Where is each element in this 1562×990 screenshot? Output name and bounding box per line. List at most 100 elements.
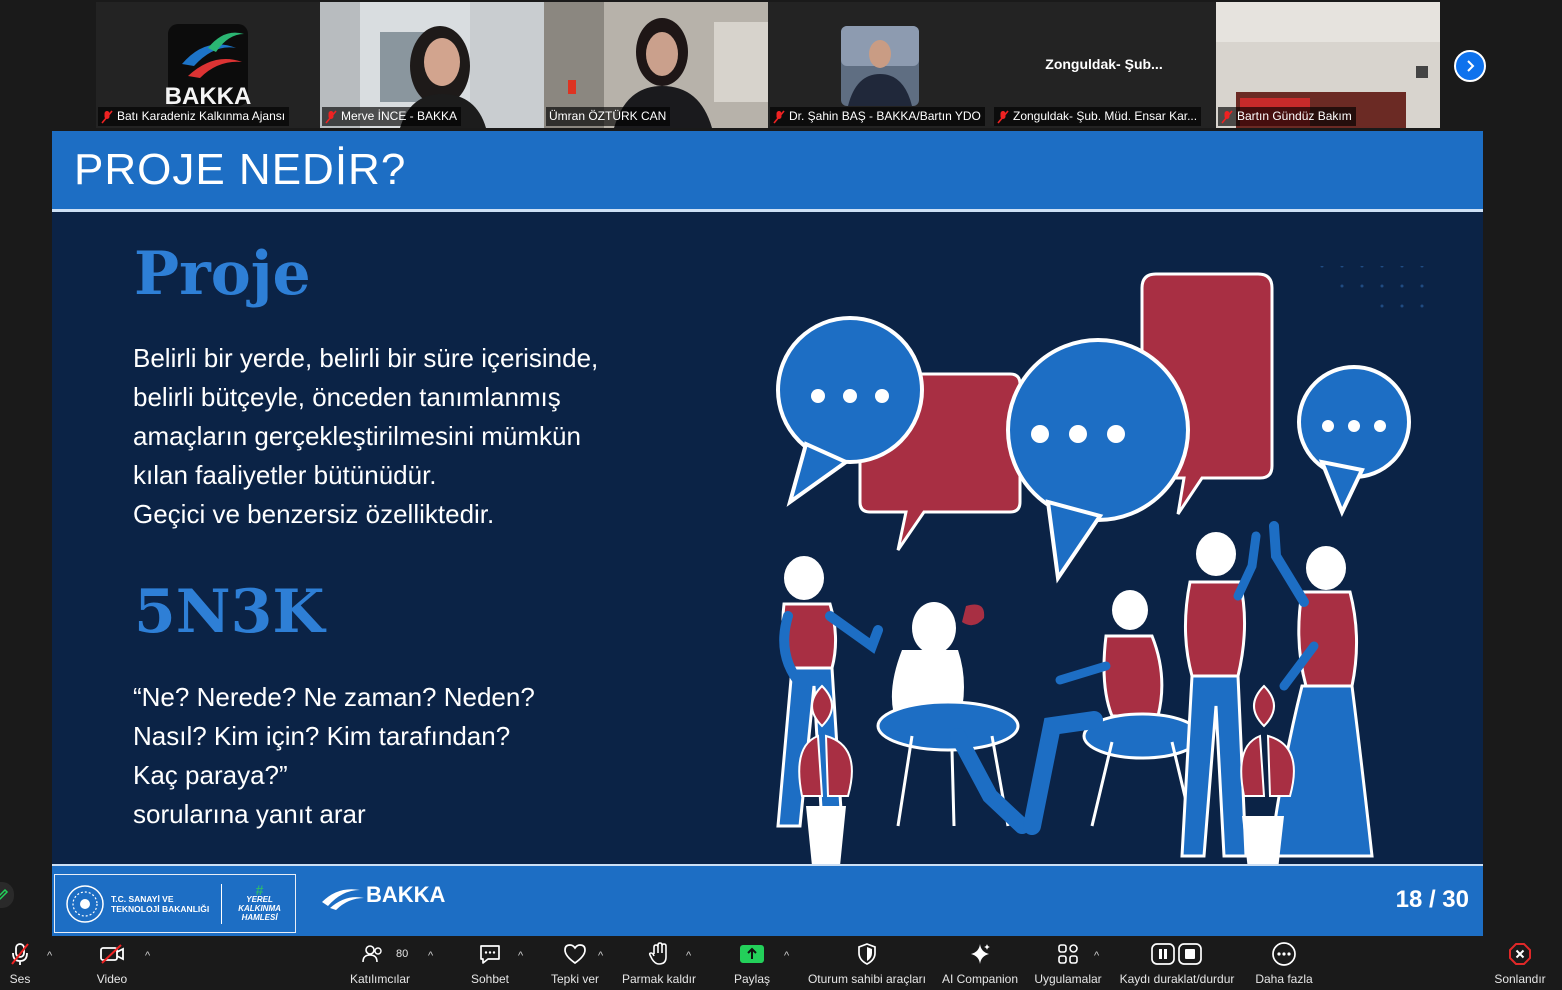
text-line: sorularına yanıt arar: [133, 799, 366, 829]
slide-header: PROJE NEDİR?: [52, 131, 1483, 209]
ministry-name: T.C. SANAYİ VE TEKNOLOJİ BAKANLIĞI: [111, 894, 209, 914]
zoom-meeting-window: BAKKA Batı Karadeniz Kalkınma Ajansı Mer…: [0, 0, 1562, 990]
text-line: belirli bütçeyle, önceden tanımlanmış: [133, 382, 561, 412]
share-label: Paylaş: [733, 972, 771, 986]
video-button[interactable]: Video: [92, 936, 132, 990]
mic-muted-icon: [773, 109, 785, 124]
text-line: amaçların gerçekleştirilmesini mümkün: [133, 421, 581, 451]
share-screen-icon: [740, 945, 764, 963]
participant-tile-umran[interactable]: Ümran ÖZTÜRK CAN: [544, 2, 768, 128]
participants-icon: [362, 945, 382, 963]
host-tools-label: Oturum sahibi araçları: [807, 972, 927, 986]
mic-muted-icon: [11, 943, 29, 965]
text-line: Kaç paraya?”: [133, 760, 288, 790]
raise-hand-button[interactable]: Parmak kaldır: [622, 936, 696, 990]
participant-tile-zonguldak[interactable]: Zonguldak- Şub... Zonguldak- Şub. Müd. E…: [992, 2, 1216, 128]
text-line: kılan faaliyetler bütünüdür.: [133, 460, 437, 490]
react-label: Tepki ver: [550, 972, 600, 986]
slide-footer: T.C. SANAYİ VE TEKNOLOJİ BAKANLIĞI # YER…: [52, 866, 1483, 936]
ministry-logo-box: T.C. SANAYİ VE TEKNOLOJİ BAKANLIĞI # YER…: [54, 874, 296, 933]
ministry-line: TEKNOLOJİ BAKANLIĞI: [111, 903, 210, 914]
more-button[interactable]: Daha fazla: [1254, 936, 1314, 990]
ai-companion-button[interactable]: AI Companion: [940, 936, 1020, 990]
chat-button[interactable]: Sohbet: [468, 936, 512, 990]
end-meeting-button[interactable]: Sonlandır: [1492, 936, 1548, 990]
participant-label: Zonguldak- Şub. Müd. Ensar Kar...: [994, 107, 1202, 126]
hashtag-icon: #: [255, 881, 264, 898]
sparkle-icon: [971, 944, 990, 964]
audio-options-caret[interactable]: ^: [47, 950, 52, 962]
shared-slide: PROJE NEDİR? Proje Belirli bir yerde, be…: [52, 131, 1483, 936]
apps-options-caret[interactable]: ^: [1094, 950, 1099, 962]
chat-icon: [480, 945, 500, 964]
participants-button[interactable]: Katılımcılar: [346, 936, 414, 990]
pencil-icon: [0, 888, 9, 900]
participant-center-name: Zonguldak- Şub...: [1045, 56, 1163, 72]
slide-title: PROJE NEDİR?: [74, 145, 407, 194]
logo-divider: [221, 883, 223, 924]
mic-muted-icon: [997, 109, 1009, 124]
record-button[interactable]: Kaydı duraklat/durdur: [1118, 936, 1236, 990]
participants-label: Katılımcılar: [349, 972, 410, 986]
audio-label: Ses: [9, 972, 31, 986]
participant-label: Batı Karadeniz Kalkınma Ajansı: [98, 107, 290, 126]
slide-page-number: 18 / 30: [1395, 886, 1469, 913]
video-off-icon: [100, 944, 124, 964]
text-line: Nasıl? Kim için? Kim tarafından?: [133, 721, 511, 751]
participant-tile-sahin[interactable]: Dr. Şahin BAŞ - BAKKA/Bartın YDO: [768, 2, 992, 128]
mic-muted-icon: [325, 109, 337, 124]
bakka-bird-icon: [322, 889, 364, 910]
ministry-seal-icon: [66, 884, 104, 923]
host-tools-button[interactable]: Oturum sahibi araçları: [806, 936, 928, 990]
participant-tile-merve[interactable]: Merve İNCE - BAKKA: [320, 2, 544, 128]
participants-count: 80: [396, 948, 409, 960]
participant-label: Dr. Şahin BAŞ - BAKKA/Bartın YDO: [770, 107, 985, 126]
meeting-toolbar: Ses ^ Video ^ Katılımcılar 80 ^ Sohbet ^…: [0, 936, 1562, 990]
more-label: Daha fazla: [1255, 972, 1313, 986]
yerel-line: HAMLESİ: [241, 912, 278, 922]
raise-hand-options-caret[interactable]: ^: [686, 950, 691, 962]
participant-label: Merve İNCE - BAKKA: [322, 107, 462, 126]
heart-icon: [564, 944, 586, 965]
ministry-line: T.C. SANAYİ VE: [111, 893, 174, 904]
participant-name: Batı Karadeniz Kalkınma Ajansı: [117, 109, 286, 123]
slide-heading-proje: Proje: [134, 239, 311, 309]
next-participants-button[interactable]: [1454, 50, 1486, 82]
chat-options-caret[interactable]: ^: [518, 950, 523, 962]
chevron-right-icon: [1467, 60, 1475, 72]
share-options-caret[interactable]: ^: [784, 950, 789, 962]
mic-muted-icon: [101, 109, 113, 124]
apps-icon: [1058, 944, 1078, 964]
yerel-line: KALKINMA: [238, 903, 281, 913]
slide-header-divider: [52, 209, 1483, 212]
more-dots-icon: [1272, 942, 1296, 966]
pause-stop-icon: [1151, 943, 1202, 965]
react-options-caret[interactable]: ^: [598, 950, 603, 962]
ai-companion-label: AI Companion: [941, 972, 1019, 986]
slide-heading-5n3k: 5N3K: [134, 577, 325, 647]
text-line: Geçici ve benzersiz özelliktedir.: [133, 499, 495, 529]
video-options-caret[interactable]: ^: [145, 950, 150, 962]
chat-label: Sohbet: [470, 972, 510, 986]
record-label: Kaydı duraklat/durdur: [1119, 972, 1235, 986]
slide-paragraph-questions: “Ne? Nerede? Ne zaman? Neden? Nasıl? Kim…: [133, 678, 535, 834]
participant-strip: BAKKA Batı Karadeniz Kalkınma Ajansı Mer…: [96, 2, 1440, 128]
apps-button[interactable]: Uygulamalar: [1032, 936, 1104, 990]
hand-icon: [648, 942, 667, 965]
slide-paragraph-definition: Belirli bir yerde, belirli bir süre içer…: [133, 339, 598, 534]
bakka-logo-text: BAKKA: [366, 882, 446, 907]
share-button[interactable]: Paylaş: [730, 936, 774, 990]
mic-muted-icon: [1221, 109, 1233, 124]
annotate-button[interactable]: [0, 882, 14, 908]
participant-name: Merve İNCE - BAKKA: [341, 109, 458, 123]
audio-button[interactable]: Ses: [2, 936, 38, 990]
participant-name: Dr. Şahin BAŞ - BAKKA/Bartın YDO: [789, 109, 981, 123]
text-line: “Ne? Nerede? Ne zaman? Neden?: [133, 682, 535, 712]
participants-options-caret[interactable]: ^: [428, 950, 433, 962]
participant-tile-bakka[interactable]: BAKKA Batı Karadeniz Kalkınma Ajansı: [96, 2, 320, 128]
participant-tile-bartin[interactable]: Bartın Gündüz Bakım: [1216, 2, 1440, 128]
raise-hand-label: Parmak kaldır: [621, 972, 697, 986]
react-button[interactable]: Tepki ver: [548, 936, 602, 990]
apps-label: Uygulamalar: [1034, 972, 1102, 986]
text-line: Belirli bir yerde, belirli bir süre içer…: [133, 343, 599, 373]
